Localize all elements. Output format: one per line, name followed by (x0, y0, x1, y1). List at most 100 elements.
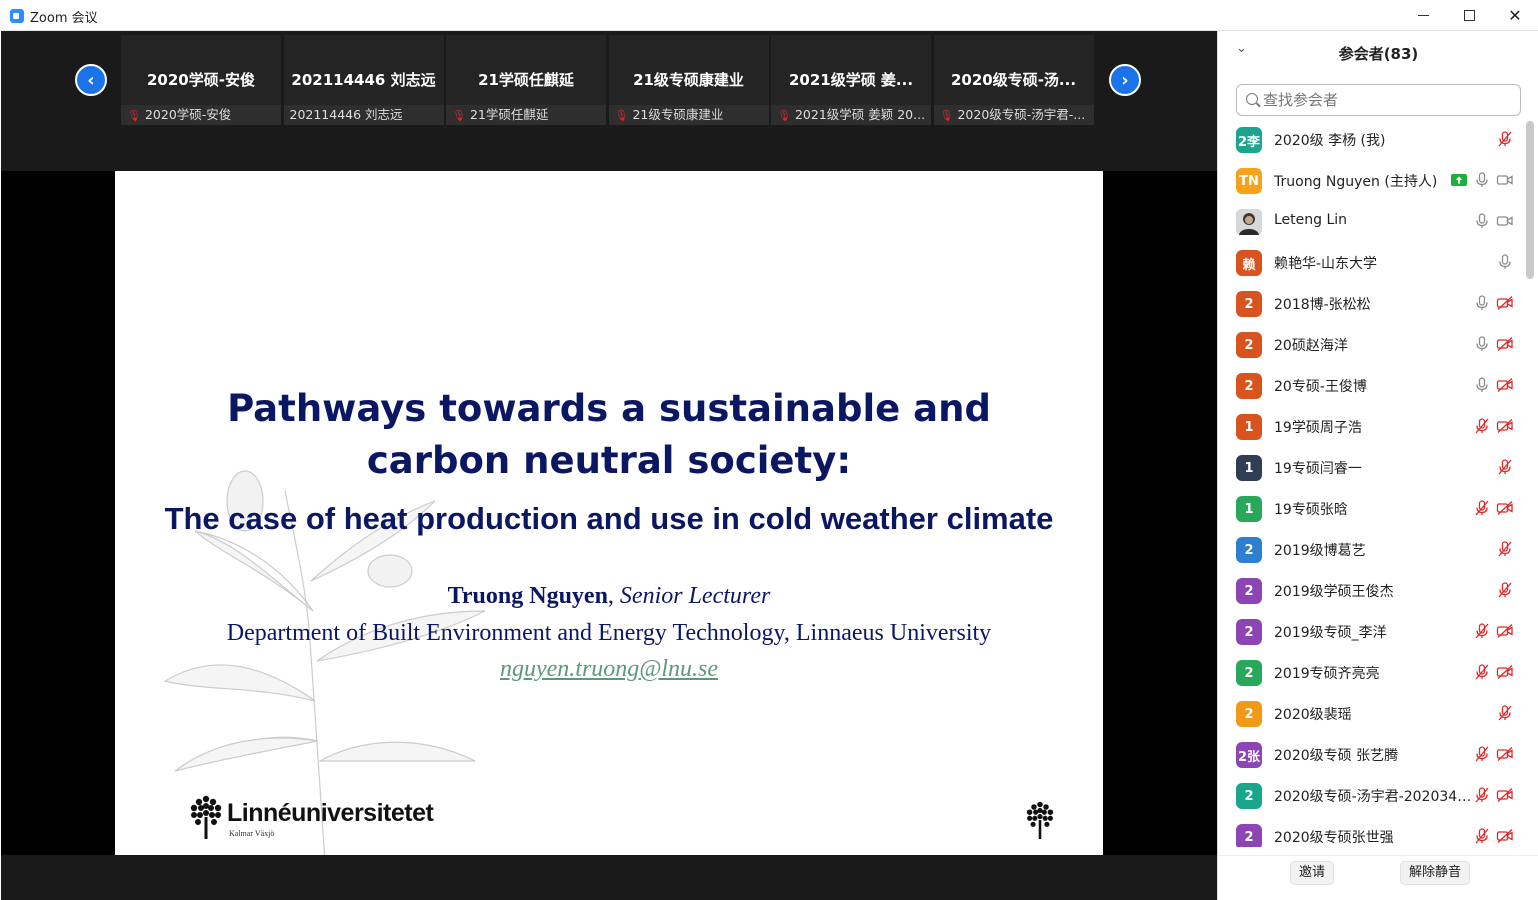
participant-list: 2李 2020级 李杨 (我) TN Truong Nguyen (主持人) Leten… (1218, 119, 1524, 847)
avatar: 赖 (1236, 250, 1262, 276)
participant-row[interactable]: TN Truong Nguyen (主持人) (1218, 160, 1524, 201)
participant-row[interactable]: 2 2020级专硕-汤宇君-2020345... (1218, 775, 1524, 816)
video-tile-name: 2020级专硕-汤... (950, 71, 1077, 89)
mic-muted-icon: 🎙︎ (127, 109, 141, 122)
tree-logo-icon (190, 795, 222, 839)
video-off-icon[interactable] (1496, 335, 1514, 353)
video-tile[interactable]: 2021级学硕 姜... 🎙︎ 2021级学硕 姜颖 20... (771, 35, 931, 125)
minimize-icon (1417, 15, 1429, 16)
participant-row[interactable]: 2 2019级学硕王俊杰 (1218, 570, 1524, 611)
avatar: 2 (1236, 578, 1262, 604)
participant-row[interactable]: 赖赖艳华-山东大学 (1218, 242, 1524, 283)
mic-muted-icon[interactable] (1473, 499, 1491, 517)
participant-row[interactable]: 2 20硕赵海洋 (1218, 324, 1524, 365)
mic-muted-icon: 🎙︎ (939, 109, 954, 122)
mic-muted-icon[interactable] (1473, 622, 1491, 640)
mic-muted-icon[interactable] (1496, 130, 1514, 148)
presentation-slide: Pathways towards a sustainable and carbo… (115, 171, 1103, 855)
video-tile[interactable]: 2020学硕-安俊 🎙︎ 2020学硕-安俊 (121, 35, 281, 125)
avatar: 1 (1236, 414, 1262, 440)
video-off-icon[interactable] (1496, 786, 1514, 804)
mic-icon[interactable] (1473, 294, 1491, 312)
participant-row[interactable]: 2 2019专硕齐亮亮 (1218, 652, 1524, 693)
video-off-icon[interactable] (1496, 499, 1514, 517)
video-tile-label: 21级专硕康建业 (632, 107, 724, 122)
video-off-icon[interactable] (1496, 663, 1514, 681)
close-icon: ✕ (1508, 6, 1522, 25)
strip-next-button[interactable]: › (1109, 64, 1141, 96)
meeting-area: ‹ 2020学硕-安俊 🎙︎ 2020学硕-安俊 202114446 刘志远 20211… (1, 31, 1217, 900)
mic-muted-icon[interactable] (1473, 827, 1491, 845)
participant-row[interactable]: 2 2020级专硕张世强 (1218, 816, 1524, 847)
video-tile[interactable]: 202114446 刘志远 202114446 刘志远 (283, 35, 444, 125)
video-off-icon[interactable] (1496, 294, 1514, 312)
unmute-button[interactable]: 解除静音 (1400, 861, 1471, 885)
small-tree-logo-icon (1026, 801, 1054, 839)
participant-row[interactable]: 1 19专硕闫睿一 (1218, 447, 1524, 488)
chevron-right-icon: › (1121, 69, 1129, 91)
video-tile[interactable]: 21学硕任麒延 🎙︎ 21学硕任麒延 (446, 35, 606, 125)
video-off-icon[interactable] (1496, 376, 1514, 394)
video-icon[interactable] (1496, 171, 1514, 189)
participant-name: 20专硕-王俊博 (1274, 379, 1367, 395)
video-icon[interactable] (1496, 212, 1514, 230)
participant-row[interactable]: 2 2019级专硕_李洋 (1218, 611, 1524, 652)
participant-name: 赖艳华-山东大学 (1274, 256, 1378, 272)
video-off-icon[interactable] (1496, 827, 1514, 845)
participant-row[interactable]: 2 2019级博葛艺 (1218, 529, 1524, 570)
avatar: 1 (1236, 496, 1262, 522)
mic-icon[interactable] (1473, 212, 1491, 230)
participant-row[interactable]: 2张 2020级专硕 张艺腾 (1218, 734, 1524, 775)
participant-name: 2020级 李杨 (我) (1274, 133, 1386, 149)
video-tile-label: 202114446 刘志远 (289, 107, 403, 122)
avatar-photo (1236, 209, 1262, 235)
strip-prev-button[interactable]: ‹ (75, 64, 107, 96)
avatar: 2 (1236, 537, 1262, 563)
video-tile[interactable]: 21级专硕康建业 🎙︎ 21级专硕康建业 (608, 35, 769, 125)
video-tile-label-bar: 202114446 刘志远 (283, 105, 444, 125)
mic-muted-icon[interactable] (1496, 704, 1514, 722)
mic-muted-icon[interactable] (1473, 786, 1491, 804)
close-button[interactable]: ✕ (1492, 0, 1538, 31)
invite-button[interactable]: 邀请 (1290, 861, 1335, 885)
participant-row[interactable]: 2李 2020级 李杨 (我) (1218, 119, 1524, 160)
slide-title: Pathways towards a sustainable and carbo… (115, 383, 1103, 487)
slide-title-line1: Pathways towards a sustainable and (227, 387, 991, 430)
avatar: 2 (1236, 824, 1262, 847)
slide-email-link[interactable]: nguyen.truong@lnu.se (115, 656, 1103, 683)
panel-footer: 邀请 解除静音 (1218, 855, 1538, 900)
video-tile-label-bar: 🎙︎ 2021级学硕 姜颖 20... (771, 105, 931, 125)
video-tile-label: 21学硕任麒延 (469, 107, 549, 122)
screen-share-view: Pathways towards a sustainable and carbo… (1, 171, 1217, 855)
participant-name: Truong Nguyen (主持人) (1274, 174, 1438, 190)
maximize-button[interactable] (1446, 0, 1492, 31)
mic-muted-icon[interactable] (1496, 581, 1514, 599)
video-off-icon[interactable] (1496, 745, 1514, 763)
video-tile[interactable]: 2020级专硕-汤... 🎙︎ 2020级专硕-汤宇君-... (933, 35, 1094, 125)
participant-row[interactable]: 1 19专硕张晗 (1218, 488, 1524, 529)
minimize-button[interactable] (1400, 0, 1446, 31)
mic-icon[interactable] (1473, 171, 1491, 189)
mic-muted-icon[interactable] (1473, 745, 1491, 763)
participant-list-scrollbar[interactable] (1526, 121, 1534, 279)
search-participants-input[interactable] (1263, 89, 1513, 111)
mic-muted-icon[interactable] (1473, 417, 1491, 435)
participant-row[interactable]: 1 19学硕周子浩 (1218, 406, 1524, 447)
participant-row[interactable]: 2 20专硕-王俊博 (1218, 365, 1524, 406)
mic-muted-icon[interactable] (1496, 540, 1514, 558)
mic-icon[interactable] (1473, 376, 1491, 394)
mic-icon[interactable] (1473, 335, 1491, 353)
mic-muted-icon[interactable] (1473, 663, 1491, 681)
participant-row[interactable]: 2 2020级裴瑶 (1218, 693, 1524, 734)
mic-icon[interactable] (1496, 253, 1514, 271)
participant-row[interactable]: 2 2018博-张松松 (1218, 283, 1524, 324)
video-off-icon[interactable] (1496, 622, 1514, 640)
participants-panel: ⌄ 参会者(83) 2李 2020级 李杨 (我) TN Truong Nguyen … (1217, 31, 1538, 900)
video-tile-name: 21级专硕康建业 (633, 71, 744, 89)
slide-subtitle: The case of heat production and use in c… (164, 501, 1054, 536)
video-off-icon[interactable] (1496, 417, 1514, 435)
mic-muted-icon: 🎙︎ (452, 109, 466, 122)
avatar: 2 (1236, 332, 1262, 358)
participant-row[interactable]: Leteng Lin (1218, 201, 1524, 242)
mic-muted-icon[interactable] (1496, 458, 1514, 476)
